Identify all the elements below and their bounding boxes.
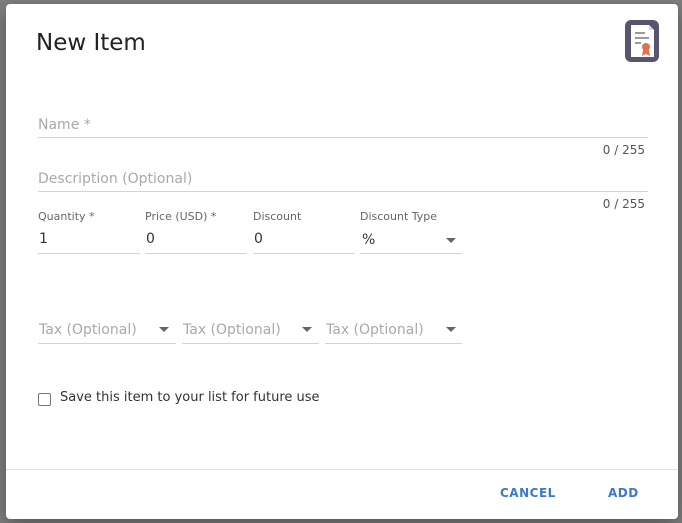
dialog-footer-divider (6, 469, 678, 470)
price-label: Price (USD) * (145, 210, 217, 223)
discount-type-label: Discount Type (360, 210, 438, 223)
chevron-down-icon[interactable] (446, 327, 456, 332)
discount-input[interactable]: 0 (254, 231, 263, 247)
quantity-underline (38, 253, 140, 254)
quantity-input[interactable]: 1 (39, 231, 48, 247)
dialog-title: New Item (36, 30, 146, 56)
chevron-down-icon[interactable] (446, 238, 456, 243)
price-underline (145, 253, 247, 254)
chevron-down-icon[interactable] (302, 327, 312, 332)
save-item-checkbox-label[interactable]: Save this item to your list for future u… (60, 390, 320, 405)
name-input[interactable]: Name * (38, 117, 91, 133)
discount-underline (253, 253, 355, 254)
chevron-down-icon[interactable] (159, 327, 169, 332)
cancel-button[interactable]: CANCEL (500, 486, 556, 500)
new-item-dialog: New Item Name * 0 / 255 Description (Opt… (6, 4, 678, 519)
price-input[interactable]: 0 (146, 231, 155, 247)
tax-select-2-underline (182, 343, 319, 344)
discount-label: Discount (253, 210, 302, 223)
tax-select-3[interactable]: Tax (Optional) (326, 322, 424, 338)
save-item-checkbox[interactable] (38, 393, 51, 406)
tax-select-1[interactable]: Tax (Optional) (39, 322, 137, 338)
description-char-counter: 0 / 255 (602, 197, 645, 211)
certificate-document-icon (625, 20, 659, 62)
name-input-underline (38, 137, 648, 138)
quantity-label: Quantity * (38, 210, 95, 223)
discount-type-select[interactable]: % (362, 232, 375, 248)
name-char-counter: 0 / 255 (602, 143, 645, 157)
tax-select-3-underline (325, 343, 462, 344)
discount-type-underline (360, 253, 462, 254)
add-button[interactable]: ADD (608, 486, 639, 500)
tax-select-2[interactable]: Tax (Optional) (183, 322, 281, 338)
tax-select-1-underline (38, 343, 176, 344)
description-input-underline (38, 191, 648, 192)
description-input[interactable]: Description (Optional) (38, 171, 192, 187)
